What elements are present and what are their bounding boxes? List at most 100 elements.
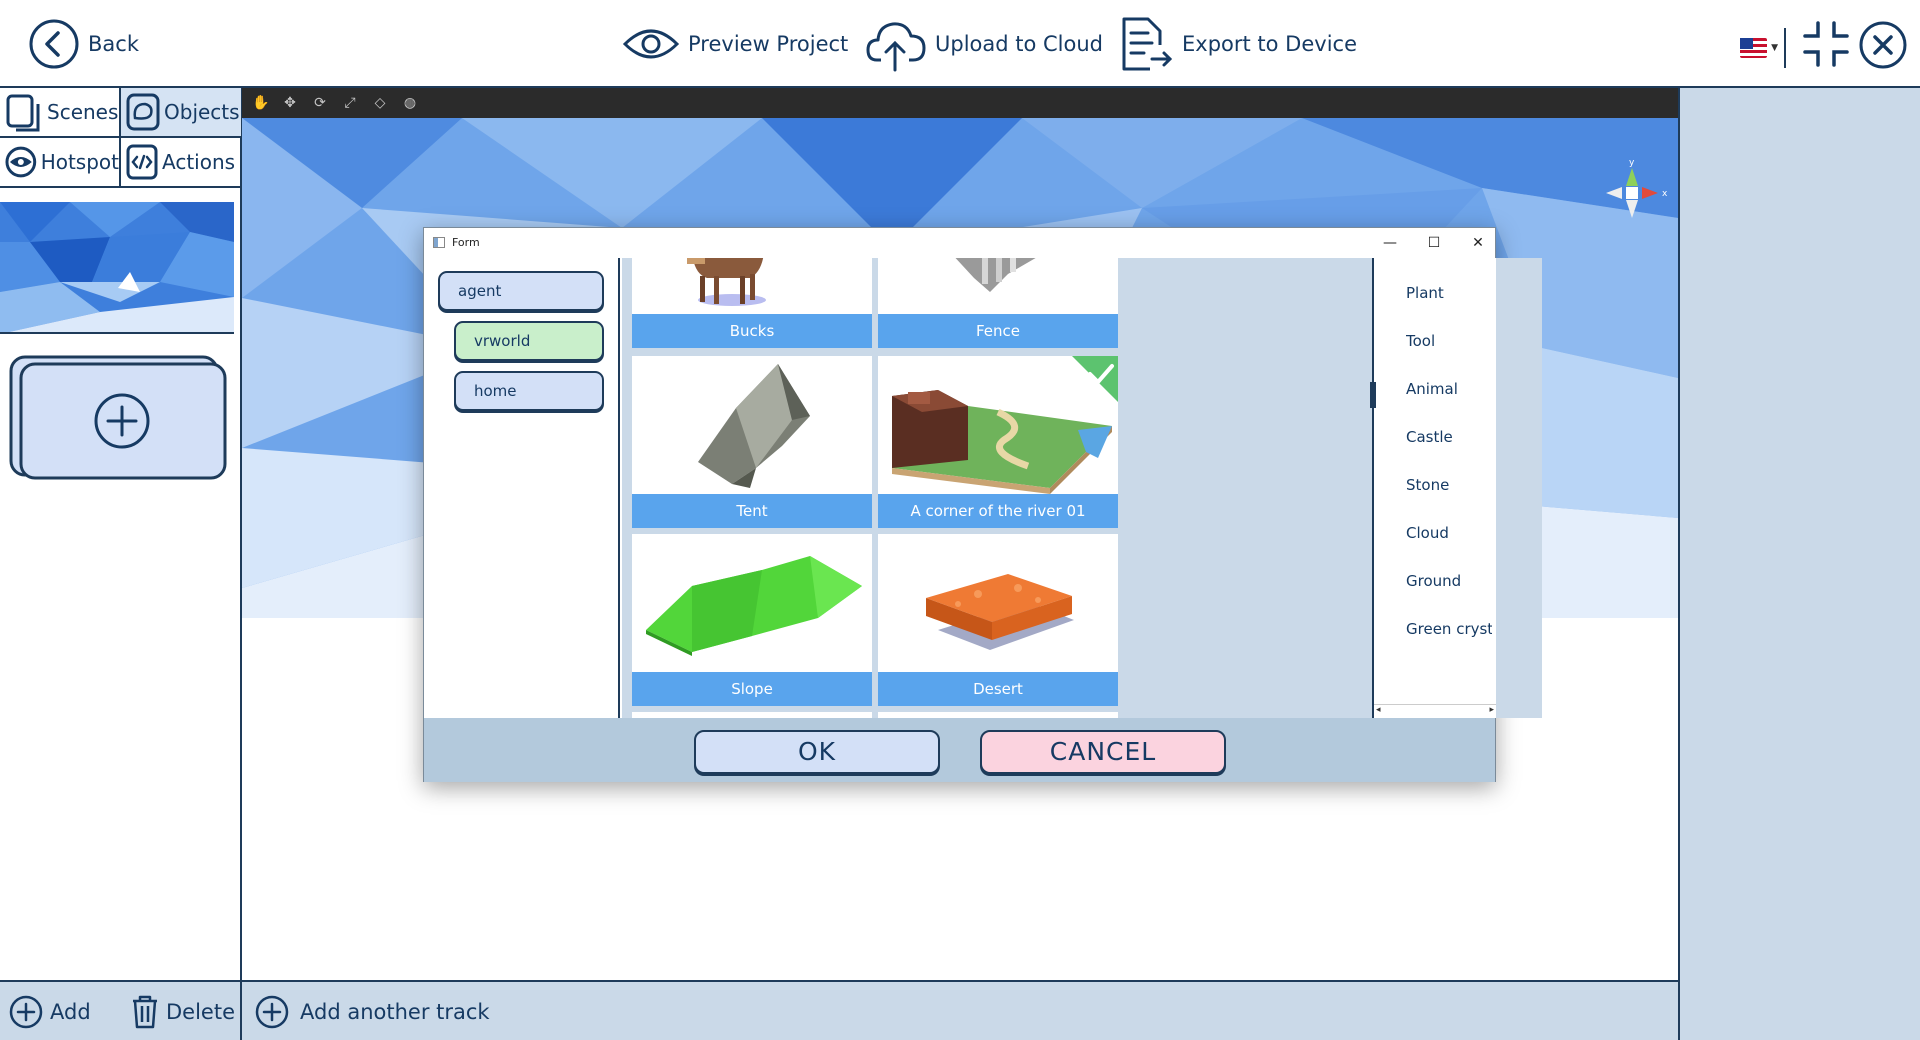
minimize-icon[interactable]: — — [1370, 232, 1410, 254]
asset-caption: Slope — [632, 672, 872, 706]
eye-icon — [5, 146, 37, 178]
category-list: Plant Tool Animal Castle Stone Cloud Gro… — [1370, 258, 1496, 718]
axis-gizmo-icon[interactable]: y x — [1592, 156, 1672, 246]
scroll-left-icon[interactable]: ◂ — [1376, 705, 1381, 715]
us-flag-icon — [1740, 38, 1768, 58]
top-toolbar: Back Preview Project Upload to Cloud Exp… — [0, 0, 1920, 88]
asset-card-river-corner[interactable]: A corner of the river 01 — [878, 356, 1118, 528]
tab-actions[interactable]: Actions — [121, 138, 241, 188]
export-document-icon — [1122, 17, 1173, 71]
preview-label: Preview Project — [688, 32, 849, 56]
river-corner-thumbnail-image — [892, 356, 1118, 494]
export-to-device-button[interactable]: Export to Device — [1118, 14, 1357, 74]
asset-card-fence[interactable]: Fence — [878, 258, 1118, 348]
category-item[interactable]: Tool — [1406, 332, 1492, 350]
add-track-label: Add another track — [300, 1000, 490, 1024]
trash-icon — [133, 995, 157, 1029]
tree-node-home[interactable]: home — [454, 371, 604, 411]
fence-thumbnail-image — [955, 258, 1036, 292]
objects-icon — [126, 93, 160, 131]
slope-thumbnail-image — [646, 556, 862, 656]
language-selector[interactable]: ▼ — [1740, 28, 1786, 68]
left-bottom-bar: Add Delete — [0, 980, 240, 1040]
plus-circle-icon — [255, 995, 289, 1029]
chevron-down-icon: ▼ — [1771, 43, 1778, 53]
scene-preview-image — [0, 202, 234, 332]
export-label: Export to Device — [1182, 32, 1357, 56]
deer-thumbnail-image — [687, 258, 766, 306]
scale-icon[interactable]: ⤢ — [342, 95, 358, 111]
ok-button[interactable]: OK — [694, 730, 940, 774]
hand-icon[interactable]: ✋ — [252, 95, 269, 111]
back-arrow-icon — [29, 19, 79, 69]
folder-tree: agent vrworld home — [424, 258, 620, 718]
asset-card-bucks[interactable]: Bucks — [632, 258, 872, 348]
asset-caption: Desert — [878, 672, 1118, 706]
delete-label: Delete — [166, 1000, 235, 1024]
tab-actions-label: Actions — [162, 150, 236, 174]
add-label: Add — [50, 1000, 91, 1024]
category-item[interactable]: Plant — [1406, 284, 1492, 302]
upload-label: Upload to Cloud — [935, 32, 1103, 56]
tab-objects[interactable]: Objects — [121, 88, 241, 138]
horizontal-scrollbar[interactable]: ◂ ▸ — [1374, 704, 1496, 718]
asset-caption: Bucks — [632, 314, 872, 348]
category-item[interactable]: Ground — [1406, 572, 1492, 590]
shrink-window-icon[interactable] — [1802, 20, 1850, 68]
window-icon — [433, 237, 445, 248]
add-scene-button[interactable] — [8, 354, 228, 482]
add-button[interactable]: Add — [8, 994, 91, 1030]
eye-icon — [622, 29, 680, 59]
tent-thumbnail-image — [698, 364, 810, 488]
tree-node-vrworld[interactable]: vrworld — [454, 321, 604, 361]
svg-text:y: y — [1629, 158, 1635, 168]
desert-thumbnail-image — [926, 574, 1074, 650]
scroll-indicator[interactable] — [1370, 382, 1376, 408]
dialog-titlebar[interactable]: Form — ☐ ✕ — [424, 228, 1495, 258]
upload-to-cloud-button[interactable]: Upload to Cloud — [865, 14, 1103, 74]
delete-button[interactable]: Delete — [130, 994, 235, 1030]
asset-card-slope[interactable]: Slope — [632, 534, 872, 706]
category-item[interactable]: Green crysta — [1406, 620, 1492, 638]
globe-icon[interactable]: ◍ — [402, 95, 418, 111]
scenes-icon — [6, 94, 40, 132]
back-button[interactable]: Back — [28, 14, 139, 74]
move-icon[interactable]: ✥ — [282, 95, 298, 111]
close-icon[interactable]: ✕ — [1458, 232, 1498, 254]
tab-hotspot[interactable]: Hotspot — [0, 138, 121, 188]
tab-scenes[interactable]: Scenes — [0, 88, 121, 138]
tab-hotspot-label: Hotspot — [40, 150, 119, 174]
dialog-title: Form — [452, 236, 480, 249]
category-item[interactable]: Stone — [1406, 476, 1492, 494]
plus-circle-icon — [9, 995, 43, 1029]
category-item[interactable]: Cloud — [1406, 524, 1492, 542]
tree-node-agent[interactable]: agent — [438, 271, 604, 311]
cancel-button[interactable]: CANCEL — [980, 730, 1226, 774]
close-icon[interactable] — [1858, 20, 1908, 70]
back-label: Back — [88, 32, 139, 56]
scroll-right-icon[interactable]: ▸ — [1489, 705, 1494, 715]
asset-caption: Tent — [632, 494, 872, 528]
tab-scenes-label: Scenes — [47, 100, 119, 124]
asset-card-tent[interactable]: Tent — [632, 356, 872, 528]
asset-card-desert[interactable]: Desert — [878, 534, 1118, 706]
timeline-bar: Add another track — [242, 980, 1678, 1040]
asset-caption: Fence — [878, 314, 1118, 348]
left-panel: Scenes Objects Hotspot Actions Add Delet… — [0, 88, 242, 1040]
view-icon[interactable]: ◇ — [372, 95, 388, 111]
scene-thumbnail[interactable] — [0, 202, 234, 334]
tab-objects-label: Objects — [164, 100, 240, 124]
maximize-icon[interactable]: ☐ — [1414, 232, 1454, 254]
category-item[interactable]: Animal — [1406, 380, 1492, 398]
svg-text:x: x — [1662, 189, 1668, 199]
right-panel — [1678, 88, 1920, 1040]
asset-caption: A corner of the river 01 — [878, 494, 1118, 528]
cloud-upload-icon — [866, 22, 926, 72]
add-track-button[interactable]: Add another track — [254, 994, 490, 1030]
rotate-icon[interactable]: ⟳ — [312, 95, 328, 111]
viewport-toolbar: ✋ ✥ ⟳ ⤢ ◇ ◍ — [242, 88, 1678, 118]
object-picker-dialog: Form — ☐ ✕ agent vrworld home Bucks Fenc… — [423, 227, 1542, 782]
preview-project-button[interactable]: Preview Project — [622, 14, 848, 74]
dialog-footer: OK CANCEL — [424, 718, 1495, 782]
category-item[interactable]: Castle — [1406, 428, 1492, 446]
